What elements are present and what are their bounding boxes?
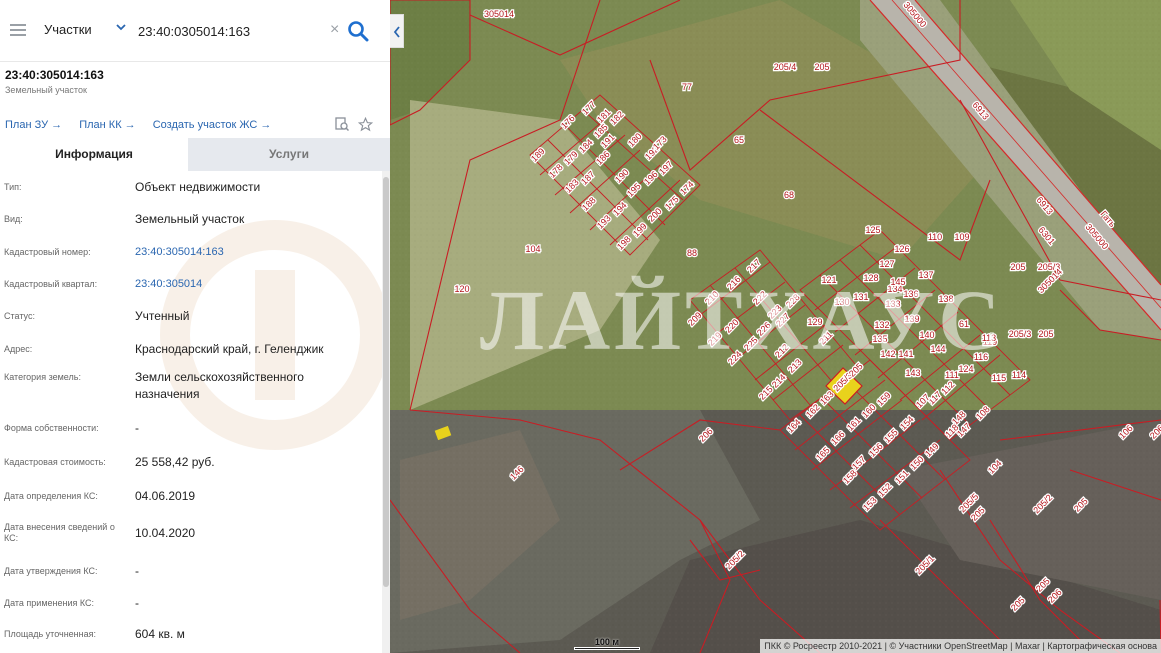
plot-label: 127 [879,259,894,269]
collapse-panel-button[interactable] [390,14,404,48]
attr-row-cadastral-value: Кадастровая стоимость: 25 558,42 руб. [0,448,382,481]
attr-value: Краснодарский край, г. Геленджик [135,342,324,356]
info-panel: Участки × 23:40:305014:163 Земельный уча… [0,0,390,653]
attr-value: - [135,564,139,578]
attr-row-ownership: Форма собственности: - [0,415,382,448]
chevron-down-icon[interactable] [116,22,126,32]
scale-bar-line [574,647,640,650]
attr-label: Кадастровая стоимость: [4,457,106,467]
attr-row-application-date: Дата применения КС: - [0,586,382,619]
plan-zu-link[interactable]: План ЗУ → [5,119,62,131]
plot-label: 114 [1012,370,1026,380]
attr-label: Дата утверждения КС: [4,566,98,576]
plot-label: 109 [954,232,969,242]
arrow-right-icon: → [124,119,136,131]
attr-label: Дата применения КС: [4,598,95,608]
attr-row-type: Тип: Объект недвижимости [0,171,382,203]
chevron-left-icon [393,26,400,38]
plot-label: 205 [1038,329,1053,339]
create-parcel-link[interactable]: Создать участок ЖС → [153,119,272,131]
plot-label: 205 [814,62,829,72]
attr-value: Земли сельскохозяйственного назначения [135,370,304,401]
attr-label: Кадастровый квартал: [4,279,98,289]
attr-value: 10.04.2020 [135,526,196,540]
attr-row-land-category: Категория земель: Земли сельскохозяйстве… [0,365,382,415]
document-search-icon[interactable] [335,117,349,132]
tab-services[interactable]: Услуги [188,138,390,171]
tab-bar: Информация Услуги [0,138,390,171]
attr-value: Объект недвижимости [135,180,261,194]
scale-bar: 100 м [574,637,640,651]
attr-label: Форма собственности: [4,423,99,433]
plot-label: 115 [992,373,1006,383]
attr-label: Дата внесения сведений о КС: [4,522,115,543]
plot-label: 205 [1010,262,1025,272]
arrow-right-icon: → [260,119,272,131]
attr-row-kind: Вид: Земельный участок [0,203,382,236]
attr-row-cadastral-number: Кадастровый номер: 23:40:305014:163 [0,236,382,268]
plot-label: 68 [784,190,794,200]
attr-value: 25 558,42 руб. [135,455,215,469]
attr-value: Учтенный [135,309,190,323]
attr-value: 604 кв. м [135,627,185,641]
search-icon[interactable] [346,20,370,42]
attr-value: - [135,421,139,435]
cadastral-number-link[interactable]: 23:40:305014:163 [135,244,375,261]
attr-row-approval-date: Дата утверждения КС: - [0,554,382,586]
search-type-select[interactable]: Участки [44,22,92,37]
attr-label: Вид: [4,214,23,224]
object-subtitle: Земельный участок [5,85,87,95]
attr-row-area: Площадь уточненная: 604 кв. м [0,619,382,649]
attr-label: Площадь уточненная: [4,629,96,639]
plot-label: 125 [865,225,880,235]
road-label: 305014 [484,9,514,19]
scrollbar-thumb[interactable] [383,177,389,587]
plan-kk-link[interactable]: План КК → [79,119,135,131]
search-input[interactable] [138,17,323,45]
attr-row-status: Статус: Учтенный [0,300,382,333]
cadastral-quarter-link[interactable]: 23:40:305014 [135,276,375,293]
arrow-right-icon: → [51,119,63,131]
plot-label: 120 [454,284,469,294]
object-title: 23:40:305014:163 [5,68,104,82]
attr-value: Земельный участок [135,212,245,226]
map-attribution: ПКК © Росреестр 2010-2021 | © Участники … [760,639,1161,653]
attr-label: Адрес: [4,344,33,354]
attr-row-address: Адрес: Краснодарский край, г. Геленджик [0,333,382,365]
star-icon[interactable] [358,117,373,132]
menu-icon[interactable] [10,24,26,36]
panel-scrollbar[interactable] [382,171,390,653]
attr-label: Тип: [4,182,22,192]
attr-label: Дата определения КС: [4,491,98,501]
plot-label: 111 [945,370,959,380]
attribute-table: Тип: Объект недвижимости Вид: Земельный … [0,171,382,649]
plot-label: 65 [734,135,744,145]
attr-label: Кадастровый номер: [4,247,91,257]
action-links: План ЗУ → План КК → Создать участок ЖС → [5,119,285,131]
attr-label: Категория земель: [4,372,81,382]
plot-label: 88 [687,248,697,258]
attr-value: 04.06.2019 [135,489,196,503]
tab-information[interactable]: Информация [0,138,188,171]
plot-label: 205/4 [774,62,797,72]
scale-label: 100 м [594,637,620,647]
attr-row-cadastral-quarter: Кадастровый квартал: 23:40:305014 [0,268,382,300]
attr-row-value-entry-date: Дата внесения сведений о КС: 10.04.2020 [0,513,382,554]
plot-label: 77 [682,82,692,92]
attr-value: - [135,596,139,610]
clear-icon[interactable]: × [330,22,339,38]
attr-row-value-date: Дата определения КС: 04.06.2019 [0,481,382,513]
plot-label: 126 [894,244,909,254]
plot-label: 104 [525,244,540,254]
plot-label: 205/3 [1009,329,1032,339]
search-bar: Участки × [0,0,390,62]
plot-label: 110 [928,232,942,242]
attr-label: Статус: [4,311,35,321]
map-watermark: ЛАЙТХАУС [480,272,1005,368]
